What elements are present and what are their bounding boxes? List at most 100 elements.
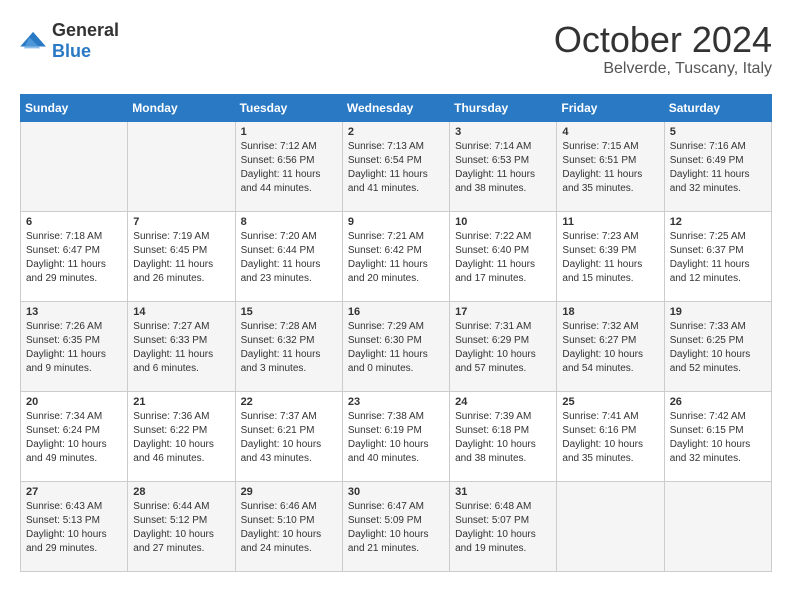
calendar-cell: 22 Sunrise: 7:37 AMSunset: 6:21 PMDaylig… bbox=[235, 391, 342, 481]
day-detail: Sunrise: 7:13 AMSunset: 6:54 PMDaylight:… bbox=[348, 141, 428, 194]
day-detail: Sunrise: 7:19 AMSunset: 6:45 PMDaylight:… bbox=[133, 231, 213, 284]
day-number: 13 bbox=[26, 306, 122, 318]
header: General Blue October 2024 Belverde, Tusc… bbox=[20, 20, 772, 78]
calendar-cell: 14 Sunrise: 7:27 AMSunset: 6:33 PMDaylig… bbox=[128, 301, 235, 391]
calendar-cell: 29 Sunrise: 6:46 AMSunset: 5:10 PMDaylig… bbox=[235, 481, 342, 571]
day-number: 9 bbox=[348, 216, 444, 228]
calendar-week-5: 27 Sunrise: 6:43 AMSunset: 5:13 PMDaylig… bbox=[21, 481, 772, 571]
logo-blue: Blue bbox=[52, 41, 91, 61]
header-row: Sunday Monday Tuesday Wednesday Thursday… bbox=[21, 94, 772, 121]
day-detail: Sunrise: 6:47 AMSunset: 5:09 PMDaylight:… bbox=[348, 501, 429, 554]
day-detail: Sunrise: 6:44 AMSunset: 5:12 PMDaylight:… bbox=[133, 501, 214, 554]
calendar-cell: 2 Sunrise: 7:13 AMSunset: 6:54 PMDayligh… bbox=[342, 121, 449, 211]
day-number: 25 bbox=[562, 396, 658, 408]
calendar-cell bbox=[128, 121, 235, 211]
day-detail: Sunrise: 6:48 AMSunset: 5:07 PMDaylight:… bbox=[455, 501, 536, 554]
day-detail: Sunrise: 7:42 AMSunset: 6:15 PMDaylight:… bbox=[670, 411, 751, 464]
calendar-table: Sunday Monday Tuesday Wednesday Thursday… bbox=[20, 94, 772, 572]
calendar-cell: 30 Sunrise: 6:47 AMSunset: 5:09 PMDaylig… bbox=[342, 481, 449, 571]
calendar-week-2: 6 Sunrise: 7:18 AMSunset: 6:47 PMDayligh… bbox=[21, 211, 772, 301]
calendar-cell: 20 Sunrise: 7:34 AMSunset: 6:24 PMDaylig… bbox=[21, 391, 128, 481]
calendar-cell bbox=[557, 481, 664, 571]
day-detail: Sunrise: 7:41 AMSunset: 6:16 PMDaylight:… bbox=[562, 411, 643, 464]
day-number: 4 bbox=[562, 126, 658, 138]
day-number: 22 bbox=[241, 396, 337, 408]
calendar-cell: 5 Sunrise: 7:16 AMSunset: 6:49 PMDayligh… bbox=[664, 121, 771, 211]
day-detail: Sunrise: 7:31 AMSunset: 6:29 PMDaylight:… bbox=[455, 321, 536, 374]
day-number: 23 bbox=[348, 396, 444, 408]
calendar-cell: 31 Sunrise: 6:48 AMSunset: 5:07 PMDaylig… bbox=[450, 481, 557, 571]
day-detail: Sunrise: 7:33 AMSunset: 6:25 PMDaylight:… bbox=[670, 321, 751, 374]
day-number: 21 bbox=[133, 396, 229, 408]
calendar-cell: 18 Sunrise: 7:32 AMSunset: 6:27 PMDaylig… bbox=[557, 301, 664, 391]
day-number: 2 bbox=[348, 126, 444, 138]
calendar-cell: 25 Sunrise: 7:41 AMSunset: 6:16 PMDaylig… bbox=[557, 391, 664, 481]
logo-text: General Blue bbox=[52, 20, 119, 62]
day-number: 17 bbox=[455, 306, 551, 318]
day-number: 7 bbox=[133, 216, 229, 228]
day-detail: Sunrise: 7:20 AMSunset: 6:44 PMDaylight:… bbox=[241, 231, 321, 284]
calendar-cell: 8 Sunrise: 7:20 AMSunset: 6:44 PMDayligh… bbox=[235, 211, 342, 301]
day-detail: Sunrise: 7:27 AMSunset: 6:33 PMDaylight:… bbox=[133, 321, 213, 374]
calendar-cell: 6 Sunrise: 7:18 AMSunset: 6:47 PMDayligh… bbox=[21, 211, 128, 301]
day-number: 20 bbox=[26, 396, 122, 408]
day-number: 6 bbox=[26, 216, 122, 228]
col-wednesday: Wednesday bbox=[342, 94, 449, 121]
day-number: 15 bbox=[241, 306, 337, 318]
day-detail: Sunrise: 7:14 AMSunset: 6:53 PMDaylight:… bbox=[455, 141, 535, 194]
calendar-cell bbox=[664, 481, 771, 571]
day-detail: Sunrise: 7:22 AMSunset: 6:40 PMDaylight:… bbox=[455, 231, 535, 284]
day-number: 28 bbox=[133, 486, 229, 498]
calendar-cell: 13 Sunrise: 7:26 AMSunset: 6:35 PMDaylig… bbox=[21, 301, 128, 391]
day-detail: Sunrise: 7:12 AMSunset: 6:56 PMDaylight:… bbox=[241, 141, 321, 194]
day-number: 24 bbox=[455, 396, 551, 408]
day-number: 30 bbox=[348, 486, 444, 498]
day-detail: Sunrise: 6:46 AMSunset: 5:10 PMDaylight:… bbox=[241, 501, 322, 554]
calendar-cell bbox=[21, 121, 128, 211]
day-number: 29 bbox=[241, 486, 337, 498]
logo-icon bbox=[20, 30, 48, 52]
location-title: Belverde, Tuscany, Italy bbox=[554, 60, 772, 78]
calendar-cell: 19 Sunrise: 7:33 AMSunset: 6:25 PMDaylig… bbox=[664, 301, 771, 391]
day-number: 16 bbox=[348, 306, 444, 318]
calendar-cell: 26 Sunrise: 7:42 AMSunset: 6:15 PMDaylig… bbox=[664, 391, 771, 481]
calendar-cell: 17 Sunrise: 7:31 AMSunset: 6:29 PMDaylig… bbox=[450, 301, 557, 391]
day-detail: Sunrise: 7:15 AMSunset: 6:51 PMDaylight:… bbox=[562, 141, 642, 194]
calendar-cell: 15 Sunrise: 7:28 AMSunset: 6:32 PMDaylig… bbox=[235, 301, 342, 391]
calendar-cell: 10 Sunrise: 7:22 AMSunset: 6:40 PMDaylig… bbox=[450, 211, 557, 301]
day-number: 5 bbox=[670, 126, 766, 138]
day-number: 1 bbox=[241, 126, 337, 138]
day-detail: Sunrise: 7:26 AMSunset: 6:35 PMDaylight:… bbox=[26, 321, 106, 374]
col-thursday: Thursday bbox=[450, 94, 557, 121]
calendar-cell: 11 Sunrise: 7:23 AMSunset: 6:39 PMDaylig… bbox=[557, 211, 664, 301]
day-number: 12 bbox=[670, 216, 766, 228]
col-tuesday: Tuesday bbox=[235, 94, 342, 121]
day-detail: Sunrise: 7:38 AMSunset: 6:19 PMDaylight:… bbox=[348, 411, 429, 464]
day-number: 19 bbox=[670, 306, 766, 318]
day-detail: Sunrise: 7:36 AMSunset: 6:22 PMDaylight:… bbox=[133, 411, 214, 464]
col-monday: Monday bbox=[128, 94, 235, 121]
day-detail: Sunrise: 7:28 AMSunset: 6:32 PMDaylight:… bbox=[241, 321, 321, 374]
logo-general: General bbox=[52, 20, 119, 40]
calendar-week-3: 13 Sunrise: 7:26 AMSunset: 6:35 PMDaylig… bbox=[21, 301, 772, 391]
day-number: 31 bbox=[455, 486, 551, 498]
day-detail: Sunrise: 7:21 AMSunset: 6:42 PMDaylight:… bbox=[348, 231, 428, 284]
day-detail: Sunrise: 7:39 AMSunset: 6:18 PMDaylight:… bbox=[455, 411, 536, 464]
calendar-cell: 21 Sunrise: 7:36 AMSunset: 6:22 PMDaylig… bbox=[128, 391, 235, 481]
day-number: 18 bbox=[562, 306, 658, 318]
day-detail: Sunrise: 7:23 AMSunset: 6:39 PMDaylight:… bbox=[562, 231, 642, 284]
col-friday: Friday bbox=[557, 94, 664, 121]
day-number: 11 bbox=[562, 216, 658, 228]
calendar-week-4: 20 Sunrise: 7:34 AMSunset: 6:24 PMDaylig… bbox=[21, 391, 772, 481]
title-area: October 2024 Belverde, Tuscany, Italy bbox=[554, 20, 772, 78]
calendar-cell: 7 Sunrise: 7:19 AMSunset: 6:45 PMDayligh… bbox=[128, 211, 235, 301]
day-number: 14 bbox=[133, 306, 229, 318]
day-detail: Sunrise: 6:43 AMSunset: 5:13 PMDaylight:… bbox=[26, 501, 107, 554]
day-detail: Sunrise: 7:16 AMSunset: 6:49 PMDaylight:… bbox=[670, 141, 750, 194]
calendar-cell: 28 Sunrise: 6:44 AMSunset: 5:12 PMDaylig… bbox=[128, 481, 235, 571]
day-detail: Sunrise: 7:29 AMSunset: 6:30 PMDaylight:… bbox=[348, 321, 428, 374]
day-detail: Sunrise: 7:34 AMSunset: 6:24 PMDaylight:… bbox=[26, 411, 107, 464]
calendar-cell: 23 Sunrise: 7:38 AMSunset: 6:19 PMDaylig… bbox=[342, 391, 449, 481]
calendar-cell: 1 Sunrise: 7:12 AMSunset: 6:56 PMDayligh… bbox=[235, 121, 342, 211]
day-detail: Sunrise: 7:37 AMSunset: 6:21 PMDaylight:… bbox=[241, 411, 322, 464]
